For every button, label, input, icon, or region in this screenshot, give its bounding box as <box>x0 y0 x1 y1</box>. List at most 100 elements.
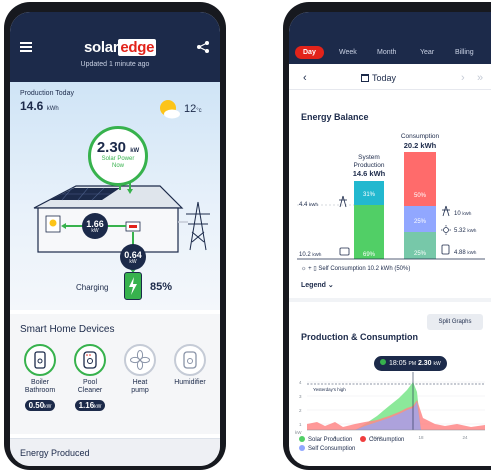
battery-percent: 85% <box>150 281 173 293</box>
device-name-line2: Cleaner <box>77 387 103 394</box>
logo-text-solar: solar <box>84 39 119 56</box>
hamburger-icon[interactable] <box>20 42 32 52</box>
fan-icon <box>124 344 156 376</box>
solar-power-value: 2.30 kW <box>91 139 145 156</box>
battery-discharge-number: 10.2 <box>299 252 311 258</box>
device-name: Pool Cleaner <box>68 379 112 395</box>
production-consumption-chart: 4 3 2 1 kW Yesterday's high 6 Noon 18 24 <box>295 372 485 440</box>
production-consumption-title: Production & Consumption <box>301 332 418 342</box>
production-segment-label: 69% <box>363 252 376 258</box>
energy-flow-panel: Production Today 14.6 kWh 12°c 2.30 kW S… <box>10 82 220 310</box>
device-heat-pump[interactable]: Heat pump <box>118 344 162 395</box>
battery-discharge-unit: kWh <box>312 252 321 257</box>
consumption-segment-label: 25% <box>414 219 427 225</box>
tab-day[interactable]: Day <box>295 46 324 59</box>
production-segment-label: 31% <box>363 192 376 198</box>
battery-status-label: Charging <box>76 283 109 292</box>
device-name-line1: Boiler <box>31 379 49 386</box>
legend-toggle[interactable]: Legend ⌄ <box>301 281 334 289</box>
solar-power-label-line2: Now <box>111 163 124 169</box>
chevron-right-icon[interactable]: › <box>461 72 465 84</box>
solaredge-logo: solar edge <box>84 39 157 56</box>
date-title-text: Today <box>372 73 397 83</box>
solar-power-unit: kW <box>130 148 140 154</box>
period-tabs: Day Week Month Year Billing <box>289 12 491 64</box>
y-tick: 3 <box>299 394 302 399</box>
tooltip-time: 18:05 <box>389 360 407 367</box>
tab-year[interactable]: Year <box>420 49 434 56</box>
tab-month[interactable]: Month <box>377 49 396 56</box>
energy-produced-title: Energy Produced <box>20 448 90 458</box>
section-divider <box>289 298 491 302</box>
sun-icon <box>441 225 451 235</box>
grid-import-value: 4.4 kWh <box>299 202 319 208</box>
dashboard-screen: solar edge Updated 1 minute ago Productio… <box>10 12 220 466</box>
tab-billing[interactable]: Billing <box>455 49 474 56</box>
date-navigation: ‹ Today › » <box>289 68 491 90</box>
yesterday-high-label: Yesterday's high <box>313 387 346 392</box>
y-unit: kW <box>295 430 302 435</box>
tab-week[interactable]: Week <box>339 49 357 56</box>
consumption-segment-label: 25% <box>414 251 427 257</box>
battery-discharge-value: 10.2 kWh <box>299 252 322 258</box>
y-tick: 1 <box>299 422 302 427</box>
consumption-value: 20.2 kWh <box>404 141 437 150</box>
consumption-segment-label: 50% <box>414 193 427 199</box>
legend-label: Consumption <box>369 437 405 443</box>
system-production-label-line2: Production <box>353 162 384 169</box>
grid-import-number: 4.4 <box>299 202 308 208</box>
device-name-line2: Bathroom <box>24 387 56 394</box>
grid-tower-icon <box>339 195 347 208</box>
device-name: Heat pump <box>118 379 162 395</box>
device-name: Boiler Bathroom <box>18 379 62 395</box>
split-graphs-button[interactable]: Split Graphs <box>427 314 483 330</box>
self-consumption-summary: ☼ + ▯ Self Consumption 10.2 kWh (50%) <box>301 266 411 272</box>
date-title[interactable]: Today <box>361 73 396 83</box>
y-tick: 2 <box>299 408 302 413</box>
energy-flow-diagram <box>33 178 210 273</box>
share-icon[interactable] <box>196 40 210 54</box>
grid-tower-icon <box>442 205 450 217</box>
device-power-value: 1.16 <box>78 401 95 410</box>
phone-frame-analytics: Day Week Month Year Billing ‹ Today › » … <box>283 2 491 470</box>
device-power-unit: kW <box>44 404 52 410</box>
smart-home-devices-section: Smart Home Devices Boiler Bathroom 0.50kW… <box>10 314 220 434</box>
analytics-screen: Day Week Month Year Billing ‹ Today › » … <box>289 12 491 466</box>
legend-item-solar: Solar Production <box>299 436 353 443</box>
energy-produced-section[interactable]: Energy Produced <box>10 438 220 466</box>
consumption-label: Consumption <box>401 133 440 140</box>
solar-power-now[interactable]: 2.30 kW Solar Power Now <box>88 126 148 186</box>
device-power-unit: kW <box>94 404 102 410</box>
smart-home-title: Smart Home Devices <box>20 324 115 335</box>
house-consumption-bubble: 1.66 kW <box>82 213 108 239</box>
smart-plug-icon <box>174 344 206 376</box>
solar-self-unit: kWh <box>467 228 476 233</box>
device-power-value: 0.50 <box>28 401 45 410</box>
y-tick: 4 <box>299 380 302 385</box>
device-pool-cleaner[interactable]: Pool Cleaner 1.16kW <box>68 344 112 413</box>
legend-label: Self Consumption <box>308 446 356 452</box>
device-boiler-bathroom[interactable]: Boiler Bathroom 0.50kW <box>18 344 62 413</box>
solar-self-value: 5.32 kWh <box>454 228 477 234</box>
device-humidifier[interactable]: Humidifier <box>168 344 212 387</box>
chevron-left-icon[interactable]: ‹ <box>303 72 307 84</box>
system-production-label-line1: System <box>358 154 380 161</box>
phone-frame-dashboard: solar edge Updated 1 minute ago Productio… <box>4 2 226 470</box>
app-header: solar edge Updated 1 minute ago <box>10 12 220 82</box>
battery-icon <box>441 244 450 255</box>
grid-export-unit: kWh <box>462 211 471 216</box>
device-name-line2: pump <box>131 387 149 394</box>
legend-label: Solar Production <box>308 437 353 443</box>
energy-balance-chart: Consumption 20.2 kWh System Production 1… <box>297 133 485 260</box>
chevron-down-icon: ⌄ <box>327 282 334 289</box>
skip-to-end-icon[interactable]: » <box>477 72 483 84</box>
solar-power-label-line1: Solar Power <box>101 156 135 162</box>
grid-pylon-icon <box>186 201 210 251</box>
device-power-badge: 1.16kW <box>74 400 106 411</box>
tooltip-value: 2.30 <box>417 360 432 367</box>
device-name-line1: Pool <box>82 379 97 386</box>
calendar-icon <box>361 74 369 82</box>
chart-legend: Solar Production Consumption Self Consum… <box>299 436 410 454</box>
boiler-icon <box>24 344 56 376</box>
x-tick: 24 <box>462 435 468 440</box>
